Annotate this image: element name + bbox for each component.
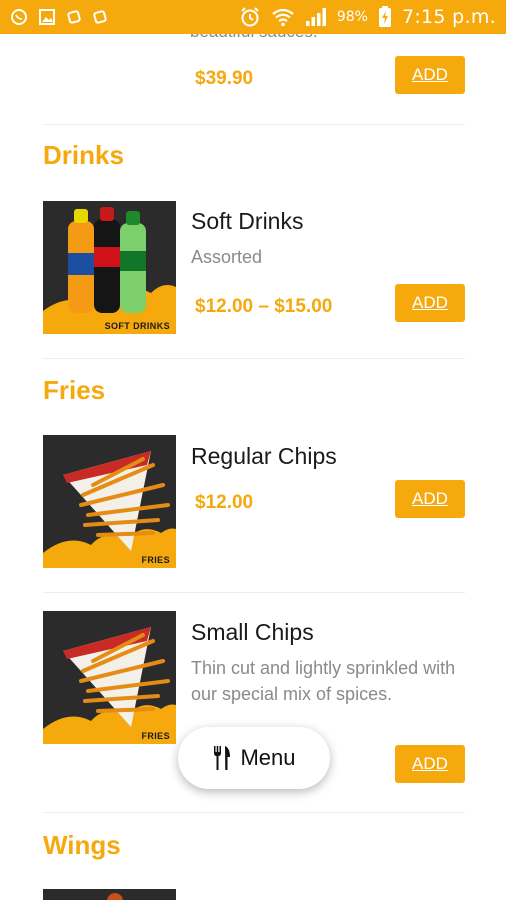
add-button[interactable]: ADD — [395, 56, 465, 94]
whatsapp-icon — [10, 8, 28, 26]
item-description: Assorted — [191, 247, 263, 267]
soft-drinks-image — [43, 201, 176, 334]
item-price: $39.90 — [195, 68, 254, 89]
menu-button[interactable]: Menu — [178, 727, 330, 789]
add-button[interactable]: ADD — [395, 284, 465, 322]
item-price: $12.00 — [195, 492, 254, 513]
section-title-drinks: Drinks — [43, 140, 124, 170]
add-button[interactable]: ADD — [395, 480, 465, 518]
wings-image — [43, 889, 176, 900]
divider — [43, 124, 465, 125]
fries-image — [43, 435, 176, 568]
battery-charging-icon — [378, 6, 392, 28]
app-icon — [92, 9, 108, 25]
item-price: $12.00 – $15.00 — [195, 296, 333, 317]
status-bar: 98% 7:15 p.m. — [0, 0, 506, 34]
item-description: Thin cut and lightly sprinkled with our … — [191, 658, 456, 704]
wifi-icon — [271, 7, 295, 27]
image-caption: SOFT DRINKS — [104, 321, 170, 331]
status-bar-right: 98% 7:15 p.m. — [239, 6, 496, 28]
item-name: Small Chips — [191, 619, 314, 645]
item-description: beautiful sauces. — [190, 34, 318, 42]
divider — [43, 812, 465, 813]
menu-button-label: Menu — [240, 745, 296, 770]
divider — [43, 592, 465, 593]
add-button[interactable]: ADD — [395, 745, 465, 783]
cutlery-icon — [212, 745, 232, 771]
image-caption: FRIES — [141, 731, 170, 741]
gallery-icon — [38, 8, 56, 26]
item-image-regular-chips[interactable]: FRIES — [43, 435, 176, 568]
battery-percentage: 98% — [336, 9, 368, 25]
divider — [43, 358, 465, 359]
item-name: Soft Drinks — [191, 208, 304, 234]
clock: 7:15 p.m. — [401, 6, 496, 28]
item-image-small-chips[interactable]: FRIES — [43, 611, 176, 744]
section-title-wings: Wings — [43, 830, 121, 860]
image-caption: FRIES — [141, 555, 170, 565]
item-image-wings[interactable] — [43, 889, 176, 900]
fries-image — [43, 611, 176, 744]
alarm-icon — [239, 6, 261, 28]
item-name: Regular Chips — [191, 443, 337, 469]
app-icon — [66, 9, 82, 25]
item-image-soft-drinks[interactable]: SOFT DRINKS — [43, 201, 176, 334]
status-bar-left — [10, 8, 108, 26]
signal-icon — [305, 7, 327, 27]
section-title-fries: Fries — [43, 375, 106, 405]
